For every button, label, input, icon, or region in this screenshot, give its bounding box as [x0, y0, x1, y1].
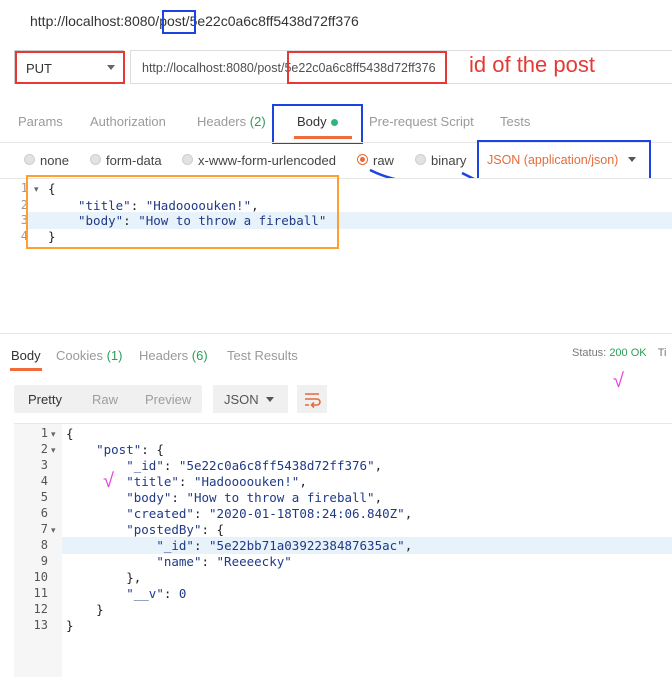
response-tab-active-indicator	[10, 368, 42, 371]
line-number: 7	[40, 522, 48, 536]
json-key: "__v"	[126, 586, 164, 601]
tab-headers-label: Headers	[197, 114, 247, 129]
fold-arrow-icon[interactable]: ▾	[51, 445, 56, 456]
checkmark-annotation-icon: √	[103, 470, 114, 492]
line-number: 13	[33, 618, 48, 632]
preview-button[interactable]: Preview	[145, 392, 191, 407]
code-line: "post": {	[96, 442, 164, 457]
tab-authorization[interactable]: Authorization	[90, 114, 166, 129]
post-highlight-box	[162, 10, 196, 34]
response-tab-test-results[interactable]: Test Results	[227, 348, 298, 363]
tab-pre-request-script[interactable]: Pre-request Script	[369, 114, 474, 129]
raw-button[interactable]: Raw	[92, 392, 118, 407]
json-value: "Reeeecky"	[216, 554, 292, 569]
line-number: 10	[33, 570, 48, 584]
json-value: "How to throw a fireball"	[186, 490, 375, 505]
url-prefix: http://localhost:8080/	[30, 13, 160, 29]
code-line: }	[66, 618, 74, 633]
json-value: 0	[178, 586, 187, 601]
resp-headers-label: Headers	[139, 348, 189, 363]
line-number: 5	[40, 490, 48, 504]
checkmark-annotation-icon: √	[613, 370, 624, 392]
json-value: "Hadoooouken!"	[193, 474, 300, 489]
radio-none[interactable]	[24, 154, 35, 165]
annotation-id-of-post: id of the post	[469, 52, 595, 77]
url-base: http://localhost:8080/post/	[142, 61, 285, 75]
radio-urlencoded[interactable]	[182, 154, 193, 165]
id-highlight-box	[287, 51, 447, 84]
response-tab-cookies[interactable]: Cookies (1)	[56, 348, 122, 363]
response-tab-headers[interactable]: Headers (6)	[139, 348, 208, 363]
radio-none-label: none	[40, 153, 69, 168]
json-key: "title"	[126, 474, 179, 489]
json-value: "2020-01-18T08:24:06.840Z"	[209, 506, 405, 521]
chevron-down-icon	[266, 397, 274, 402]
resp-headers-count: (6)	[191, 348, 208, 363]
json-value: "5e22bb71a0392238487635ac"	[209, 538, 405, 553]
json-key: "body"	[126, 490, 172, 505]
code-line: }	[66, 602, 104, 617]
json-value: "5e22c0a6c8ff5438d72ff376"	[178, 458, 375, 473]
url-id: 5e22c0a6c8ff5438d72ff376	[189, 13, 359, 29]
cookies-label: Cookies	[56, 348, 103, 363]
json-key: "_id"	[156, 538, 194, 553]
code-line: "name": "Reeeecky"	[156, 554, 292, 569]
radio-form-data-label: form-data	[106, 153, 162, 168]
json-key: "created"	[126, 506, 194, 521]
pretty-button[interactable]: Pretty	[28, 392, 62, 407]
line-number: 3	[40, 458, 48, 472]
line-number: 2	[40, 442, 48, 456]
body-tab-highlight-box	[272, 104, 363, 144]
response-status: Status: 200 OK Ti	[572, 347, 666, 359]
body-highlight-box	[26, 175, 339, 249]
json-key: "_id"	[126, 458, 164, 473]
response-format-label: JSON	[224, 392, 259, 407]
tab-params[interactable]: Params	[18, 114, 63, 129]
line-number: 6	[40, 506, 48, 520]
radio-urlencoded-label: x-www-form-urlencoded	[198, 153, 336, 168]
tab-headers-count: (2)	[249, 114, 266, 129]
line-number: 1	[40, 426, 48, 440]
status-value: 200 OK	[609, 347, 647, 359]
status-label: Status:	[572, 347, 607, 359]
code-line: "created": "2020-01-18T08:24:06.840Z",	[126, 506, 413, 521]
tab-headers[interactable]: Headers (2)	[197, 114, 266, 129]
json-key: "name"	[156, 554, 202, 569]
json-key: "postedBy"	[126, 522, 202, 537]
line-number: 4	[40, 474, 48, 488]
response-tab-body[interactable]: Body	[11, 348, 41, 363]
cookies-count: (1)	[106, 348, 123, 363]
wrap-lines-icon	[305, 393, 321, 409]
fold-arrow-icon[interactable]: ▾	[51, 429, 56, 440]
code-line: "_id": "5e22bb71a0392238487635ac",	[156, 538, 413, 553]
line-number: 9	[40, 554, 48, 568]
method-highlight-box	[15, 51, 125, 84]
code-line: {	[66, 426, 74, 441]
code-line: },	[66, 570, 142, 585]
json-key: "post"	[96, 442, 142, 457]
status-cut-label: Ti	[657, 347, 667, 359]
line-number: 12	[33, 602, 48, 616]
line-number: 8	[40, 538, 48, 552]
fold-arrow-icon[interactable]: ▾	[51, 525, 56, 536]
wrap-lines-button[interactable]	[297, 385, 327, 413]
code-line: "postedBy": {	[126, 522, 225, 537]
tab-tests[interactable]: Tests	[500, 114, 530, 129]
radio-form-data[interactable]	[90, 154, 101, 165]
code-line: "__v": 0	[126, 586, 187, 601]
line-number: 11	[33, 586, 48, 600]
